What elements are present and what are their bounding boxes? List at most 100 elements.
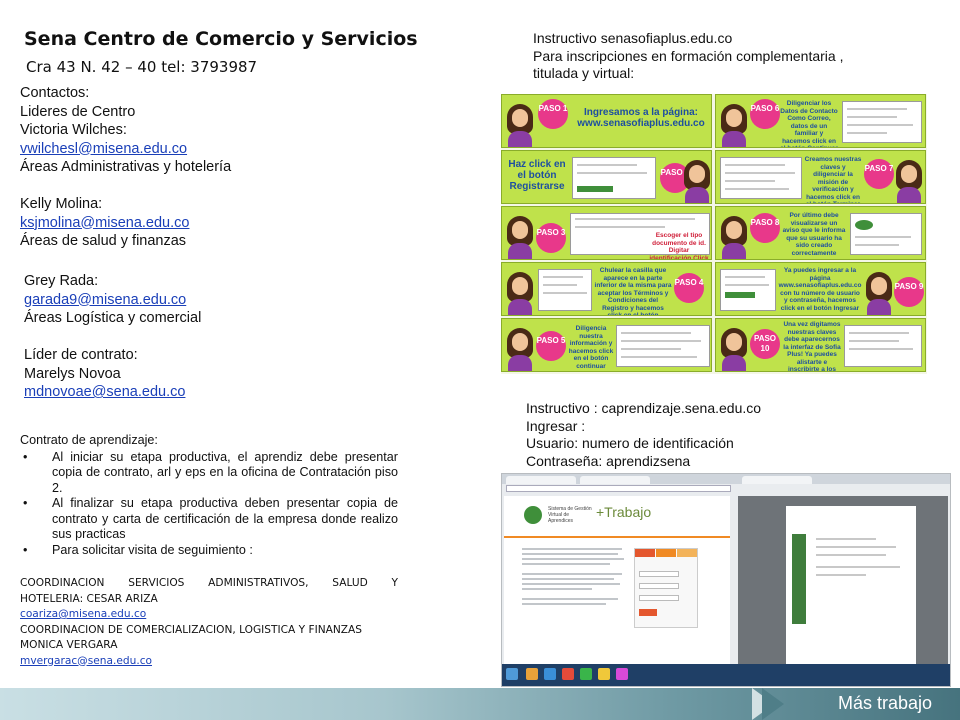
step-card: Haz click en el botón Registrarse PASO 2 xyxy=(501,150,712,204)
step-text: Ya puedes ingresar a la página www.senas… xyxy=(778,267,862,312)
step-badge: PASO 5 xyxy=(536,331,566,361)
screenshot-panel xyxy=(842,101,922,143)
step-text: Creamos nuestras claves y diligenciar la… xyxy=(804,156,862,203)
step-card: PASO 6 Diligenciar los Datos de Contacto… xyxy=(715,94,926,148)
caprendizaje-page: Sistema de Gestión Virtual de Aprendices… xyxy=(504,496,730,664)
coordinator-name: MONICA VERGARA xyxy=(20,639,118,651)
step-badge: PASO 10 xyxy=(750,329,780,359)
avatar xyxy=(505,101,535,147)
login-box xyxy=(634,548,698,628)
browser-tabbar xyxy=(502,474,950,484)
screenshot-panel: Escoger el tipo documento de id. Digitar… xyxy=(570,213,710,259)
contact-name: Kelly Molina: xyxy=(20,196,103,212)
address-bar xyxy=(506,485,731,492)
step-card: PASO 5 Diligencia nuestra información y … xyxy=(501,318,712,372)
sena-logo xyxy=(524,506,542,524)
instructivo-caprendizaje-line: Ingresar : xyxy=(526,417,586,434)
step-badge: PASO 3 xyxy=(536,223,566,253)
avatar xyxy=(864,269,894,315)
system-name: Sistema de Gestión Virtual de Aprendices xyxy=(548,506,592,524)
step-text: Diligenciar los Datos de Contacto Como C… xyxy=(780,100,838,147)
avatar xyxy=(719,101,749,147)
app-icon xyxy=(526,668,538,680)
login-tab xyxy=(656,549,676,557)
login-tab xyxy=(677,549,697,557)
login-tab xyxy=(635,549,655,557)
contract-list: Al iniciar su etapa productiva, el apren… xyxy=(20,450,398,559)
step-text: Una vez digitamos nuestras claves debe a… xyxy=(783,321,841,372)
contract-item: Al iniciar su etapa productiva, el apren… xyxy=(20,450,398,497)
contact-areas: Áreas Logística y comercial xyxy=(24,310,202,326)
login-button xyxy=(639,609,657,616)
brand-text: +Trabajo xyxy=(596,504,652,520)
steps-collage: PASO 1 Ingresamos a la página: www.senas… xyxy=(501,94,927,374)
step-badge: PASO 1 xyxy=(538,99,568,129)
page-paragraph xyxy=(522,548,626,608)
app-icon xyxy=(562,668,574,680)
contact-areas: Áreas Administrativas y hotelería xyxy=(20,159,232,175)
instructivo-sofia: Instructivo senasofiaplus.edu.co Para in… xyxy=(533,30,933,83)
contact-email-link[interactable]: ksjmolina@misena.edu.co xyxy=(20,214,400,233)
step-text: Por último debe visualizarse un aviso qu… xyxy=(782,212,846,257)
page-title: Sena Centro de Comercio y Servicios xyxy=(24,28,418,50)
step-card: PASO 10 Una vez digitamos nuestras clave… xyxy=(715,318,926,372)
footer-slogan: Más trabajo xyxy=(837,693,932,713)
contacts-heading: Contactos: xyxy=(20,85,90,101)
screenshot-panel xyxy=(844,325,922,367)
step-card: PASO 8 Por último debe visualizarse un a… xyxy=(715,206,926,260)
contract-item: Al finalizar su etapa productiva deben p… xyxy=(20,496,398,543)
step-text: Haz click en el botón Registrarse xyxy=(508,159,566,192)
coordinator-title: COORDINACION DE COMERCIALIZACION, LOGIST… xyxy=(20,623,363,636)
avatar xyxy=(719,213,749,259)
app-icon xyxy=(580,668,592,680)
app-icon xyxy=(544,668,556,680)
avatar xyxy=(505,325,535,371)
start-icon xyxy=(506,668,518,680)
contract-leader-label: Líder de contrato: xyxy=(24,347,138,363)
contact-name: Grey Rada: xyxy=(24,273,99,289)
password-field xyxy=(639,583,679,589)
step-card: Ya puedes ingresar a la página www.senas… xyxy=(715,262,926,316)
coordinators-block: COORDINACION SERVICIOS ADMINISTRATIVOS, … xyxy=(20,576,398,669)
instructivo-sofia-line: Instructivo senasofiaplus.edu.co xyxy=(533,30,733,46)
coordinator-name: HOTELERIA: CESAR ARIZA xyxy=(20,592,158,605)
browser-tab xyxy=(506,476,576,484)
avatar xyxy=(505,213,535,259)
step-card: PASO 1 Ingresamos a la página: www.senas… xyxy=(501,94,712,148)
contact-name: Victoria Wilches: xyxy=(20,122,127,138)
screenshot-panel xyxy=(538,269,592,311)
user-field xyxy=(639,571,679,577)
contract-leader-email-link[interactable]: mdnovoae@sena.edu.co xyxy=(24,383,400,402)
address-line: Cra 43 N. 42 – 40 tel: 3793987 xyxy=(26,58,258,76)
step-badge: PASO 4 xyxy=(674,273,704,303)
screenshot-panel xyxy=(616,325,710,367)
chevron-right-icon xyxy=(762,688,784,720)
app-icon xyxy=(616,668,628,680)
contract-leader-name: Marelys Novoa xyxy=(24,365,121,382)
footer-band: Más trabajo xyxy=(0,688,960,720)
contract-section: Contrato de aprendizaje: Al iniciar su e… xyxy=(20,433,398,669)
avatar xyxy=(682,157,711,203)
screenshot-panel xyxy=(572,157,656,199)
step-card: Chulear la casilla que aparece en la par… xyxy=(501,262,712,316)
screenshot-panel xyxy=(720,269,776,311)
contact-email-link[interactable]: vwilchesl@misena.edu.co xyxy=(20,140,400,159)
app-icon xyxy=(598,668,610,680)
pdf-viewer xyxy=(738,496,948,664)
browser-tab xyxy=(742,476,812,484)
step-card: Creamos nuestras claves y diligenciar la… xyxy=(715,150,926,204)
pdf-page xyxy=(786,506,916,664)
step-badge: PASO 7 xyxy=(864,159,894,189)
coordinator-email-link[interactable]: coariza@misena.edu.co xyxy=(20,607,398,623)
instructivo-caprendizaje-line: Instructivo : caprendizaje.sena.edu.co xyxy=(526,400,762,416)
instructivo-caprendizaje-line: Usuario: numero de identificación xyxy=(526,435,734,451)
coordinator-email-link[interactable]: mvergarac@sena.edu.co xyxy=(20,654,398,670)
taskbar xyxy=(502,664,950,686)
avatar xyxy=(894,157,924,203)
contacts-section: Contactos: Lideres de Centro Victoria Wi… xyxy=(20,84,400,402)
step-badge: PASO 8 xyxy=(750,213,780,243)
browser-tab xyxy=(580,476,650,484)
avatar xyxy=(719,325,749,371)
contact-email-link[interactable]: garada9@misena.edu.co xyxy=(24,291,400,310)
orange-band xyxy=(504,536,730,538)
